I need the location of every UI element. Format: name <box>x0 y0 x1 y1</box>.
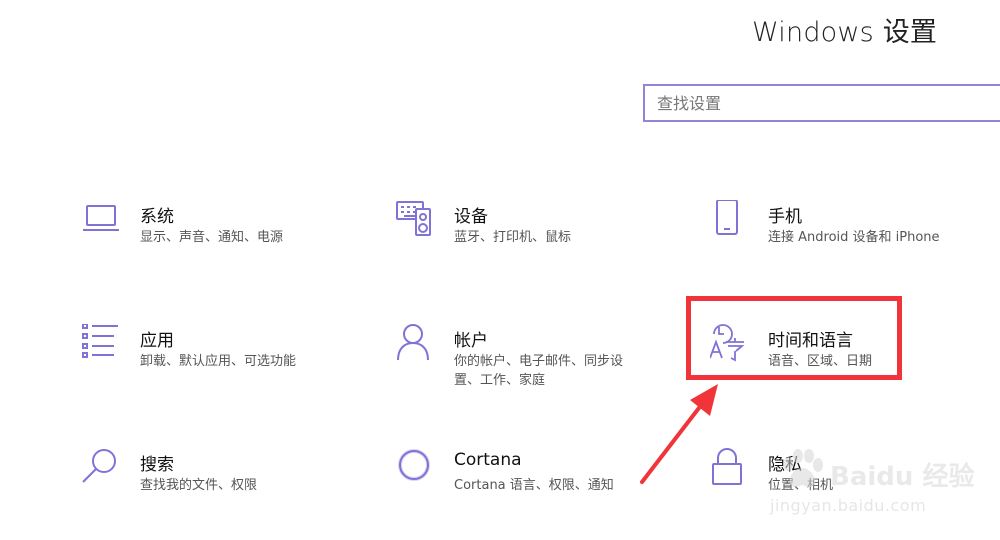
tile-description: 卸载、默认应用、可选功能 <box>140 354 297 369</box>
laptop-icon <box>82 200 122 244</box>
cortana-icon <box>396 448 436 492</box>
tile-name: 手机 <box>768 207 802 227</box>
search-input[interactable] <box>645 86 1000 120</box>
watermark: Baidu 经验 jingyan.baidu.com <box>770 440 990 520</box>
tile-name: 系统 <box>140 207 174 227</box>
person-icon <box>396 324 436 368</box>
phone-icon <box>710 200 750 244</box>
tile-description: 显示、声音、通知、电源 <box>140 230 284 245</box>
apps-list-icon <box>82 324 122 368</box>
tile-description: 蓝牙、打印机、鼠标 <box>454 230 572 245</box>
tile-search[interactable]: 搜索 查找我的文件、权限 <box>82 448 372 528</box>
tile-phone[interactable]: 手机 连接 Android 设备和 iPhone <box>710 200 1000 280</box>
tile-name: 搜索 <box>140 455 174 475</box>
highlight-box <box>686 296 902 380</box>
tile-name: 应用 <box>140 331 174 351</box>
keyboard-speaker-icon <box>396 200 436 244</box>
tile-system[interactable]: 系统 显示、声音、通知、电源 <box>82 200 372 280</box>
watermark-text: Baidu 经验 <box>830 462 975 492</box>
tile-description: 连接 Android 设备和 iPhone <box>768 230 940 245</box>
tile-name: 设备 <box>454 207 488 227</box>
tile-description: 你的帐户、电子邮件、同步设置、工作、家庭 <box>454 354 624 388</box>
search-box[interactable] <box>643 84 1000 122</box>
tile-devices[interactable]: 设备 蓝牙、打印机、鼠标 <box>396 200 686 280</box>
search-icon <box>82 448 122 492</box>
tile-description: 查找我的文件、权限 <box>140 478 258 493</box>
watermark-url: jingyan.baidu.com <box>770 496 927 515</box>
red-arrow-annotation <box>640 384 718 484</box>
tile-name: 帐户 <box>454 331 488 351</box>
tile-apps[interactable]: 应用 卸载、默认应用、可选功能 <box>82 324 372 404</box>
page-title: Windows 设置 <box>752 17 938 48</box>
tile-name: Cortana <box>454 450 522 470</box>
paw-logo-icon <box>783 449 823 488</box>
